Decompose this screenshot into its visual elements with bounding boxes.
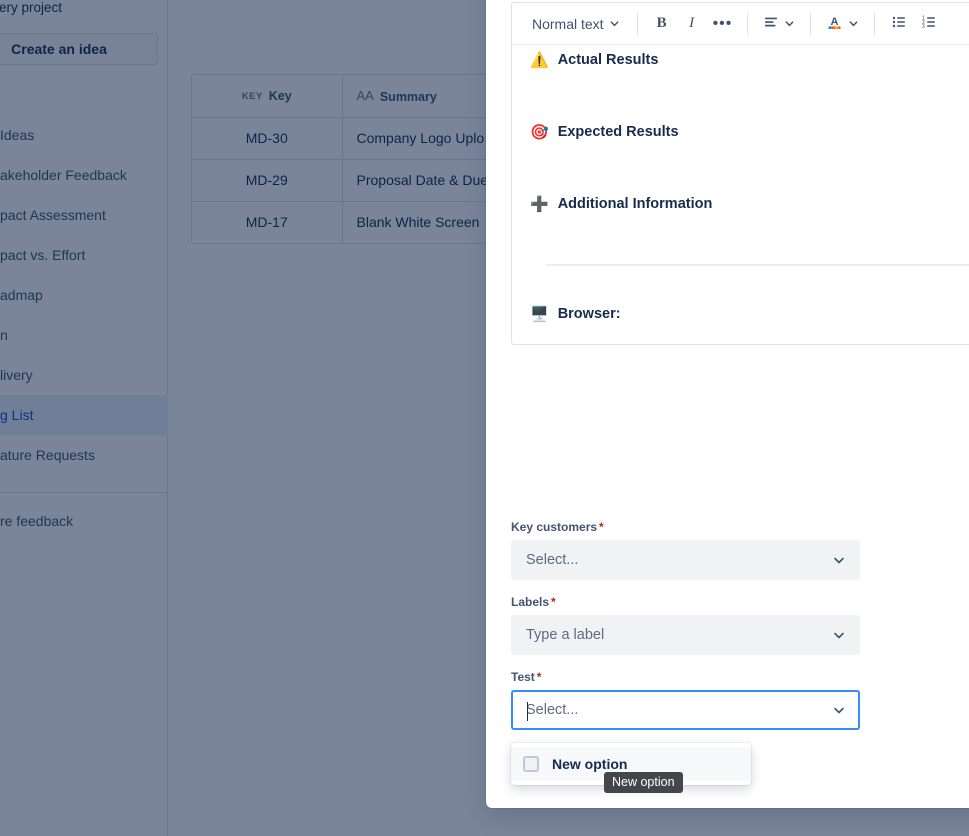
description-rich-text-editor[interactable]: Normal text B I ••• A 1 2 3 ⚠️ Actual Re… <box>511 2 969 345</box>
chevron-down-icon <box>848 18 859 29</box>
test-value: Select... <box>526 702 579 718</box>
bullet-list-icon <box>891 14 907 33</box>
required-asterisk: * <box>551 595 556 609</box>
editor-heading-text: Additional Information <box>557 196 713 212</box>
editor-heading-actual-results[interactable]: ⚠️ Actual Results <box>530 52 658 68</box>
editor-heading-additional-information[interactable]: ➕ Additional Information <box>530 196 712 212</box>
toolbar-separator <box>636 12 638 35</box>
required-asterisk: * <box>599 520 604 534</box>
key-customers-select[interactable]: Select... <box>511 540 860 580</box>
labels-select[interactable]: Type a label <box>511 615 860 655</box>
bullet-list-button[interactable] <box>884 9 914 39</box>
chevron-down-icon <box>832 628 846 642</box>
required-asterisk: * <box>536 670 542 684</box>
editor-heading-text: Actual Results <box>557 52 659 68</box>
editor-heading-expected-results[interactable]: 🎯 Expected Results <box>530 124 679 140</box>
create-issue-modal: Description Normal text B I ••• <box>486 0 969 808</box>
editor-heading-text: Browser: <box>557 306 621 322</box>
numbered-list-button[interactable]: 1 2 3 <box>914 9 944 39</box>
checkbox-icon[interactable] <box>523 756 539 772</box>
more-formatting-button[interactable]: ••• <box>707 9 739 39</box>
chevron-down-icon <box>784 18 795 29</box>
toolbar-separator <box>874 12 876 35</box>
screen-root: covery project Create an idea Ideas akeh… <box>0 0 969 836</box>
bold-icon: B <box>656 15 667 31</box>
test-label-text: Test <box>511 670 535 684</box>
editor-heading-text: Expected Results <box>557 124 679 140</box>
key-customers-value: Select... <box>526 552 579 568</box>
ellipsis-icon: ••• <box>712 14 733 32</box>
desktop-computer-icon: 🖥️ <box>530 305 549 323</box>
numbered-list-icon: 1 2 3 <box>921 14 937 33</box>
text-style-dropdown[interactable]: Normal text <box>524 9 628 39</box>
new-option-tooltip: New option <box>604 772 683 793</box>
text-alignment-dropdown[interactable] <box>757 9 801 39</box>
text-cursor <box>527 702 528 721</box>
dropdown-option-label: New option <box>552 756 628 772</box>
labels-label-text: Labels <box>511 595 550 609</box>
editor-toolbar: Normal text B I ••• A 1 2 3 <box>512 3 969 45</box>
plus-circle-icon: ➕ <box>530 195 549 213</box>
align-left-icon <box>763 14 779 33</box>
text-color-icon: A <box>826 14 843 34</box>
editor-content-area[interactable]: ⚠️ Actual Results 🎯 Expected Results ➕ A… <box>512 45 969 344</box>
chevron-down-icon <box>832 553 846 567</box>
target-icon: 🎯 <box>530 123 549 141</box>
toolbar-separator <box>810 12 812 35</box>
editor-horizontal-rule <box>546 264 969 266</box>
key-customers-label: Key customers * <box>511 520 604 534</box>
warning-icon: ⚠️ <box>530 51 549 69</box>
toolbar-separator <box>747 12 749 35</box>
bold-button[interactable]: B <box>647 9 677 39</box>
test-label: Test * <box>511 670 541 684</box>
text-style-label: Normal text <box>532 15 604 32</box>
text-color-dropdown[interactable]: A <box>820 9 865 39</box>
svg-text:A: A <box>831 16 839 28</box>
chevron-down-icon <box>832 703 846 717</box>
labels-label: Labels * <box>511 595 556 609</box>
italic-icon: I <box>689 15 695 31</box>
key-customers-label-text: Key customers <box>511 520 598 534</box>
chevron-down-icon <box>609 18 620 29</box>
labels-value: Type a label <box>526 627 605 643</box>
italic-button[interactable]: I <box>677 9 707 39</box>
test-select[interactable]: Select... <box>511 690 860 730</box>
svg-text:3: 3 <box>922 24 925 30</box>
editor-heading-browser[interactable]: 🖥️ Browser: <box>530 306 621 322</box>
